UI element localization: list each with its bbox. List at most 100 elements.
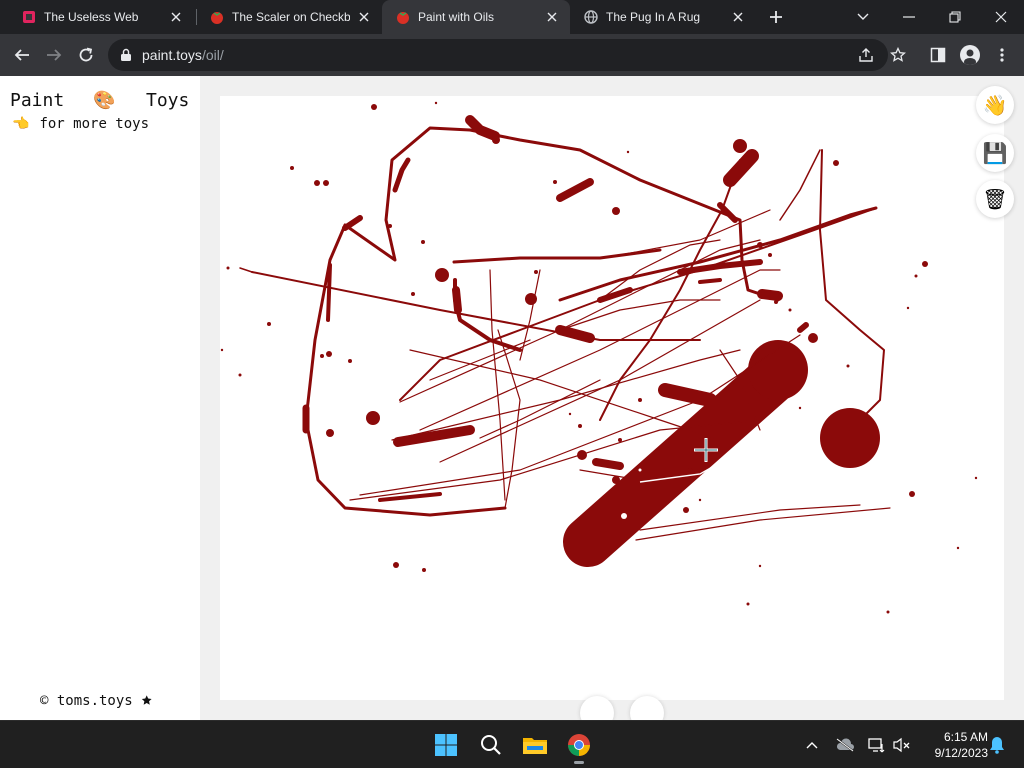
clock-time: 6:15 AM (943, 730, 988, 744)
tab-pug-in-a-rug[interactable]: The Pug In A Rug (570, 0, 756, 34)
close-icon[interactable] (730, 9, 746, 25)
tab-useless-web[interactable]: The Useless Web (8, 0, 194, 34)
chrome-icon (568, 734, 590, 756)
paint-stroke (597, 287, 633, 303)
reload-icon (79, 47, 93, 62)
paint-blob (421, 240, 425, 244)
paint-stroke (465, 115, 500, 141)
tab-strip: The Useless Web The Scaler on Checkbox P… (0, 0, 1024, 34)
paint-highlight (664, 430, 668, 434)
address-bar[interactable]: paint.toys/oil/ (108, 39, 888, 71)
share-button[interactable] (852, 41, 880, 69)
paint-stroke (239, 267, 253, 273)
paint-blob (290, 166, 294, 170)
search-icon (481, 735, 501, 755)
more-toys-link[interactable]: 👈 for more toys (12, 116, 149, 132)
close-window-button[interactable] (978, 0, 1024, 34)
new-tab-button[interactable] (764, 5, 788, 29)
paint-blob (909, 491, 915, 497)
paint-highlight (621, 513, 627, 519)
paint-blob (577, 450, 587, 460)
bell-icon (990, 737, 1004, 754)
paint-blob (820, 408, 880, 468)
tab-search-button[interactable] (840, 0, 886, 34)
paint-stroke (342, 215, 363, 231)
chevron-down-icon (857, 13, 869, 20)
paint-blob (578, 424, 582, 428)
search-button[interactable] (475, 729, 507, 761)
back-button[interactable] (8, 41, 36, 69)
paint-blob (492, 136, 500, 144)
lock-icon (121, 48, 131, 61)
volume-status[interactable] (890, 733, 914, 757)
paint-blob (267, 322, 271, 326)
paint-canvas[interactable] (220, 96, 1004, 700)
wave-button[interactable]: 👋 (976, 86, 1014, 124)
person-icon (964, 49, 976, 65)
paint-stroke (399, 239, 761, 403)
tab-scaler[interactable]: The Scaler on Checkbox (196, 0, 382, 34)
paint-blob (733, 139, 747, 153)
save-button[interactable]: 💾 (976, 134, 1014, 172)
close-icon[interactable] (356, 9, 372, 25)
paint-blob (774, 300, 778, 304)
paint-blob (693, 451, 697, 455)
file-explorer-button[interactable] (519, 729, 551, 761)
paint-blob (525, 293, 537, 305)
close-icon[interactable] (544, 9, 560, 25)
paint-blob (683, 507, 689, 513)
paint-blob (323, 180, 329, 186)
paint-blob (553, 180, 557, 184)
chrome-button[interactable] (563, 729, 595, 764)
paint-blob (366, 411, 380, 425)
reload-button[interactable] (72, 41, 100, 69)
show-hidden-icons-button[interactable] (800, 733, 824, 757)
trash-button[interactable]: 🗑 (976, 180, 1014, 218)
paint-stroke (304, 126, 507, 517)
paint-stroke (779, 149, 821, 221)
paint-blob (906, 306, 910, 310)
arrow-right-icon (47, 49, 62, 61)
paint-stroke (559, 299, 721, 331)
side-panel-icon (930, 47, 946, 63)
paint-blob (974, 476, 978, 480)
share-icon (859, 48, 873, 62)
minimize-button[interactable] (886, 0, 932, 34)
paint-blob (434, 101, 438, 105)
browser-toolbar: paint.toys/oil/ (0, 34, 1024, 76)
onedrive-status[interactable] (833, 733, 857, 757)
star-icon (890, 47, 906, 62)
paint-blob (638, 398, 642, 402)
system-clock[interactable]: 6:15 AM 9/12/2023 (920, 729, 988, 761)
paint-stroke (797, 322, 809, 333)
paint-stroke (479, 379, 601, 439)
brand-link[interactable]: Paint 🎨 Toys (10, 90, 190, 114)
paint-stroke (639, 504, 861, 531)
tab-paint-with-oils[interactable]: Paint with Oils (382, 0, 570, 34)
start-button[interactable] (430, 729, 462, 761)
network-status[interactable] (865, 733, 889, 757)
chevron-up-icon (806, 742, 818, 749)
close-icon[interactable] (168, 9, 184, 25)
url-path: /oil/ (201, 47, 224, 63)
paint-blob (592, 506, 596, 510)
forward-button[interactable] (40, 41, 68, 69)
tomato-icon (396, 10, 410, 24)
side-panel-button[interactable] (924, 41, 952, 69)
paint-blob (422, 568, 426, 572)
paint-blob (798, 406, 802, 410)
paint-stroke (452, 248, 662, 264)
menu-button[interactable] (988, 41, 1016, 69)
profile-button[interactable] (956, 41, 984, 69)
paint-blob (922, 261, 928, 267)
notifications-button[interactable] (985, 733, 1009, 757)
paint-blob (435, 268, 449, 282)
bookmark-button[interactable] (884, 41, 912, 69)
paint-strokes (220, 101, 978, 614)
restore-button[interactable] (932, 0, 978, 34)
paint-blob (612, 476, 620, 484)
pointing-hand-icon: 👈 (12, 116, 30, 132)
copyright-link[interactable]: © toms.toys 🟊 (40, 690, 152, 711)
paint-blob (411, 292, 415, 296)
paint-blob (788, 308, 792, 312)
